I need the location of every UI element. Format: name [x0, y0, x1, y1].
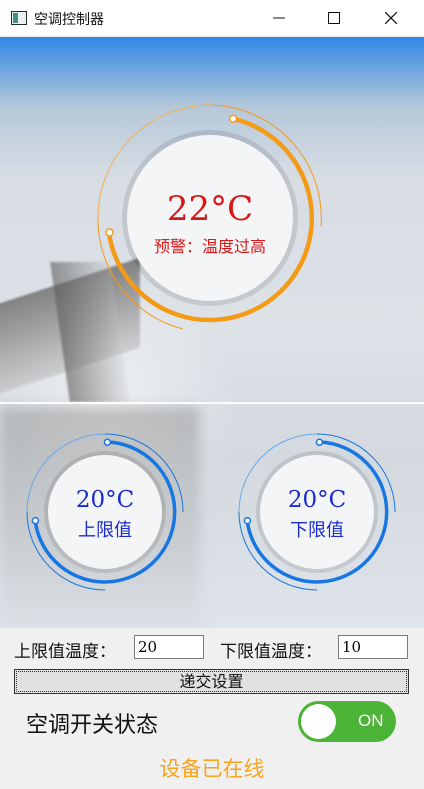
- lower-limit-field-label: 下限值温度：: [220, 642, 322, 662]
- window-title: 空调控制器: [34, 12, 104, 28]
- maximize-button[interactable]: [311, 0, 357, 36]
- lower-limit-label: 下限值: [290, 520, 344, 541]
- device-status-text: 设备已在线: [159, 757, 265, 781]
- toggle-knob: [301, 704, 336, 739]
- submit-settings-button[interactable]: 递交设置: [14, 669, 409, 694]
- lower-limit-gauge: 20°C 下限值: [237, 432, 397, 592]
- close-icon: [385, 12, 397, 24]
- lower-limit-value: 20°C: [287, 487, 347, 513]
- toggle-state-text: ON: [358, 711, 384, 730]
- temperature-warning-text: 预警：温度过高: [153, 237, 266, 256]
- title-bar: 空调控制器: [0, 0, 424, 37]
- upper-limit-field-label: 上限值温度：: [14, 642, 116, 662]
- panel-divider: [0, 402, 424, 404]
- lower-limit-input[interactable]: [338, 635, 408, 659]
- upper-limit-gauge: 20°C 上限值: [25, 432, 185, 592]
- minimize-button[interactable]: [256, 0, 302, 36]
- ac-switch-label: 空调开关状态: [26, 713, 159, 738]
- upper-limit-input[interactable]: [134, 635, 204, 659]
- minimize-icon: [273, 17, 285, 19]
- limit-settings-row: 上限值温度： 下限值温度：: [0, 633, 424, 663]
- maximize-icon: [328, 12, 340, 24]
- ac-power-toggle[interactable]: ON: [298, 701, 396, 742]
- background-image-panel: 22°C 预警：温度过高 20°C 上限值 20°C 下限值: [0, 37, 424, 628]
- upper-limit-value: 20°C: [75, 487, 135, 513]
- upper-limit-label: 上限值: [78, 520, 132, 541]
- current-temperature-gauge: 22°C 预警：温度过高: [93, 101, 327, 335]
- current-temperature-value: 22°C: [166, 189, 254, 229]
- close-button[interactable]: [368, 0, 414, 36]
- app-window-icon: [11, 11, 27, 25]
